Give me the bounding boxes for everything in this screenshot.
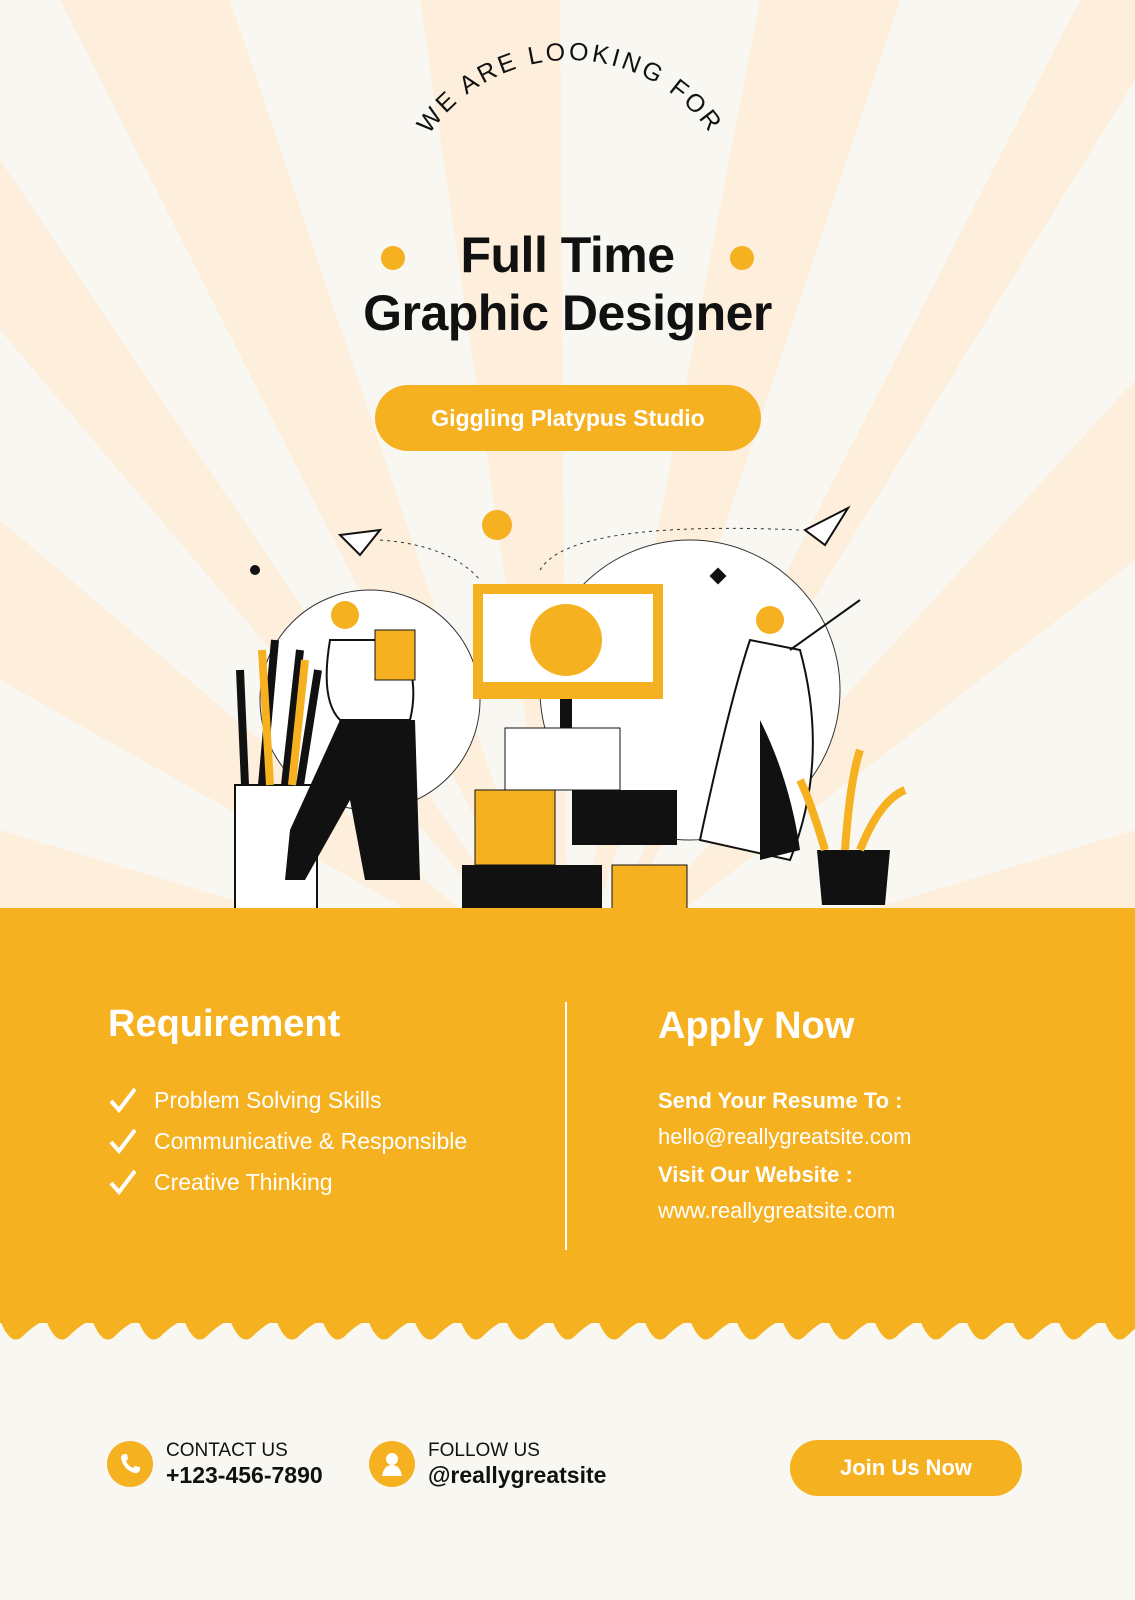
check-icon — [109, 1169, 137, 1196]
social-handle[interactable]: @reallygreatsite — [428, 1462, 606, 1489]
company-badge: Giggling Platypus Studio — [375, 385, 761, 451]
user-icon — [369, 1441, 415, 1487]
contact-label: CONTACT US — [166, 1440, 288, 1461]
requirement-item: Communicative & Responsible — [108, 1127, 467, 1155]
website-link[interactable]: www.reallygreatsite.com — [658, 1198, 895, 1224]
join-us-button[interactable]: Join Us Now — [790, 1440, 1022, 1496]
job-title-line1: Full Time — [460, 227, 675, 283]
website-label: Visit Our Website : — [658, 1162, 853, 1187]
phone-icon — [107, 1441, 153, 1487]
resume-label: Send Your Resume To : — [658, 1088, 903, 1113]
info-band — [0, 908, 1135, 1323]
requirement-heading: Requirement — [108, 1003, 341, 1045]
requirement-item: Problem Solving Skills — [108, 1086, 382, 1114]
email-link[interactable]: hello@reallygreatsite.com — [658, 1124, 911, 1150]
requirement-item: Creative Thinking — [108, 1168, 333, 1196]
check-icon — [109, 1128, 137, 1155]
follow-label: FOLLOW US — [428, 1440, 540, 1461]
divider — [565, 1002, 567, 1250]
phone-number: +123-456-7890 — [166, 1462, 323, 1488]
job-title-line2: Graphic Designer — [363, 285, 772, 341]
apply-heading: Apply Now — [658, 1005, 855, 1047]
check-icon — [109, 1087, 137, 1114]
